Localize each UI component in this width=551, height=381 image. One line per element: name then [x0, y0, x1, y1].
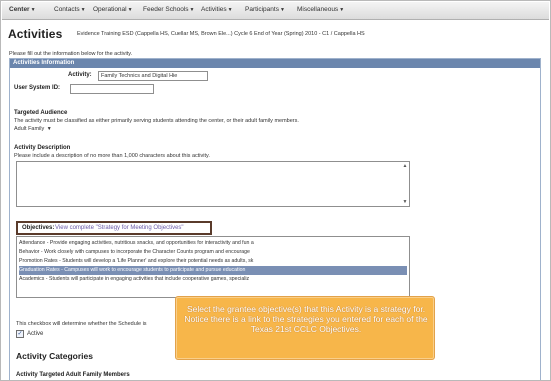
user-system-id-field[interactable]: [70, 84, 154, 94]
nav-feeder-schools-label: Feeder Schools: [143, 6, 189, 13]
nav-center[interactable]: Center▼: [9, 6, 36, 13]
checkbox-note: This checkbox will determine whether the…: [16, 321, 147, 327]
nav-center-label: Center: [9, 6, 30, 13]
caret-down-icon: ▼: [339, 7, 345, 13]
caret-down-icon: ▼: [279, 7, 285, 13]
nav-operational-label: Operational: [93, 6, 127, 13]
caret-down-icon: ▼: [189, 7, 195, 13]
targeted-audience-help: The activity must be classified as eithe…: [14, 118, 299, 124]
active-label: Active: [27, 331, 44, 337]
activity-description-textarea[interactable]: ▲ ▼: [16, 161, 410, 207]
page-hint: Please fill out the information below fo…: [9, 51, 133, 57]
checkmark-icon: ✓: [17, 331, 23, 337]
nav-participants-label: Participants: [245, 6, 279, 13]
targeted-audience-select[interactable]: Adult Family ▼: [14, 126, 52, 132]
nav-activities[interactable]: Activities▼: [201, 6, 233, 13]
scroll-down-icon[interactable]: ▼: [402, 199, 408, 205]
objective-row[interactable]: Attendance - Provide engaging activities…: [19, 239, 407, 248]
objective-row-selected[interactable]: Graduation Rates - Campuses will work to…: [19, 266, 407, 275]
instruction-callout: Select the grantee objective(s) that thi…: [175, 296, 435, 360]
nav-operational[interactable]: Operational▼: [93, 6, 133, 13]
activity-description-help: Please include a description of no more …: [14, 153, 210, 159]
nav-contacts-label: Contacts: [54, 6, 80, 13]
caret-down-icon: ▼: [46, 126, 52, 132]
objective-row[interactable]: Behavior - Work closely with campuses to…: [19, 248, 407, 257]
nav-miscellaneous-label: Miscellaneous: [297, 6, 339, 13]
activity-label: Activity:: [68, 72, 92, 78]
nav-activities-label: Activities: [201, 6, 227, 13]
objectives-header-box: Objectives: View complete "Strategy for …: [16, 221, 212, 235]
nav-miscellaneous[interactable]: Miscellaneous▼: [297, 6, 344, 13]
panel-heading: Activities Information: [10, 59, 540, 68]
caret-down-icon: ▼: [127, 7, 133, 13]
activity-target-subtitle: Activity Targeted Adult Family Members: [16, 372, 130, 378]
active-checkbox[interactable]: ✓: [16, 330, 24, 338]
activity-categories-title: Activity Categories: [16, 351, 93, 361]
nav-participants[interactable]: Participants▼: [245, 6, 285, 13]
view-strategy-link[interactable]: View complete "Strategy for Meeting Obje…: [55, 225, 184, 231]
objectives-listbox[interactable]: Attendance - Provide engaging activities…: [16, 236, 410, 298]
page-title: Activities: [8, 27, 63, 41]
scroll-up-icon[interactable]: ▲: [402, 163, 408, 169]
objective-row[interactable]: Promotion Rates - Students will develop …: [19, 257, 407, 266]
user-system-id-label: User System ID:: [14, 85, 61, 91]
caret-down-icon: ▼: [80, 7, 86, 13]
objective-row[interactable]: Academics - Students will participate in…: [19, 275, 407, 284]
activity-description-label: Activity Description: [14, 145, 71, 151]
page-subtitle: Evidence Training ESD (Cappella HS, Cuel…: [77, 31, 365, 37]
objectives-label: Objectives:: [22, 225, 55, 231]
caret-down-icon: ▼: [30, 7, 36, 13]
top-navigation: Center▼ Contacts▼ Operational▼ Feeder Sc…: [2, 2, 549, 20]
browser-frame: Center▼ Contacts▼ Operational▼ Feeder Sc…: [0, 0, 551, 381]
targeted-audience-label: Targeted Audience: [14, 110, 68, 116]
nav-contacts[interactable]: Contacts▼: [54, 6, 86, 13]
callout-text: Select the grantee objective(s) that thi…: [184, 304, 428, 334]
caret-down-icon: ▼: [227, 7, 233, 13]
nav-feeder-schools[interactable]: Feeder Schools▼: [143, 6, 194, 13]
activity-name-field[interactable]: Family Technics and Digital Hie: [98, 71, 208, 81]
targeted-audience-value: Adult Family: [14, 126, 45, 132]
